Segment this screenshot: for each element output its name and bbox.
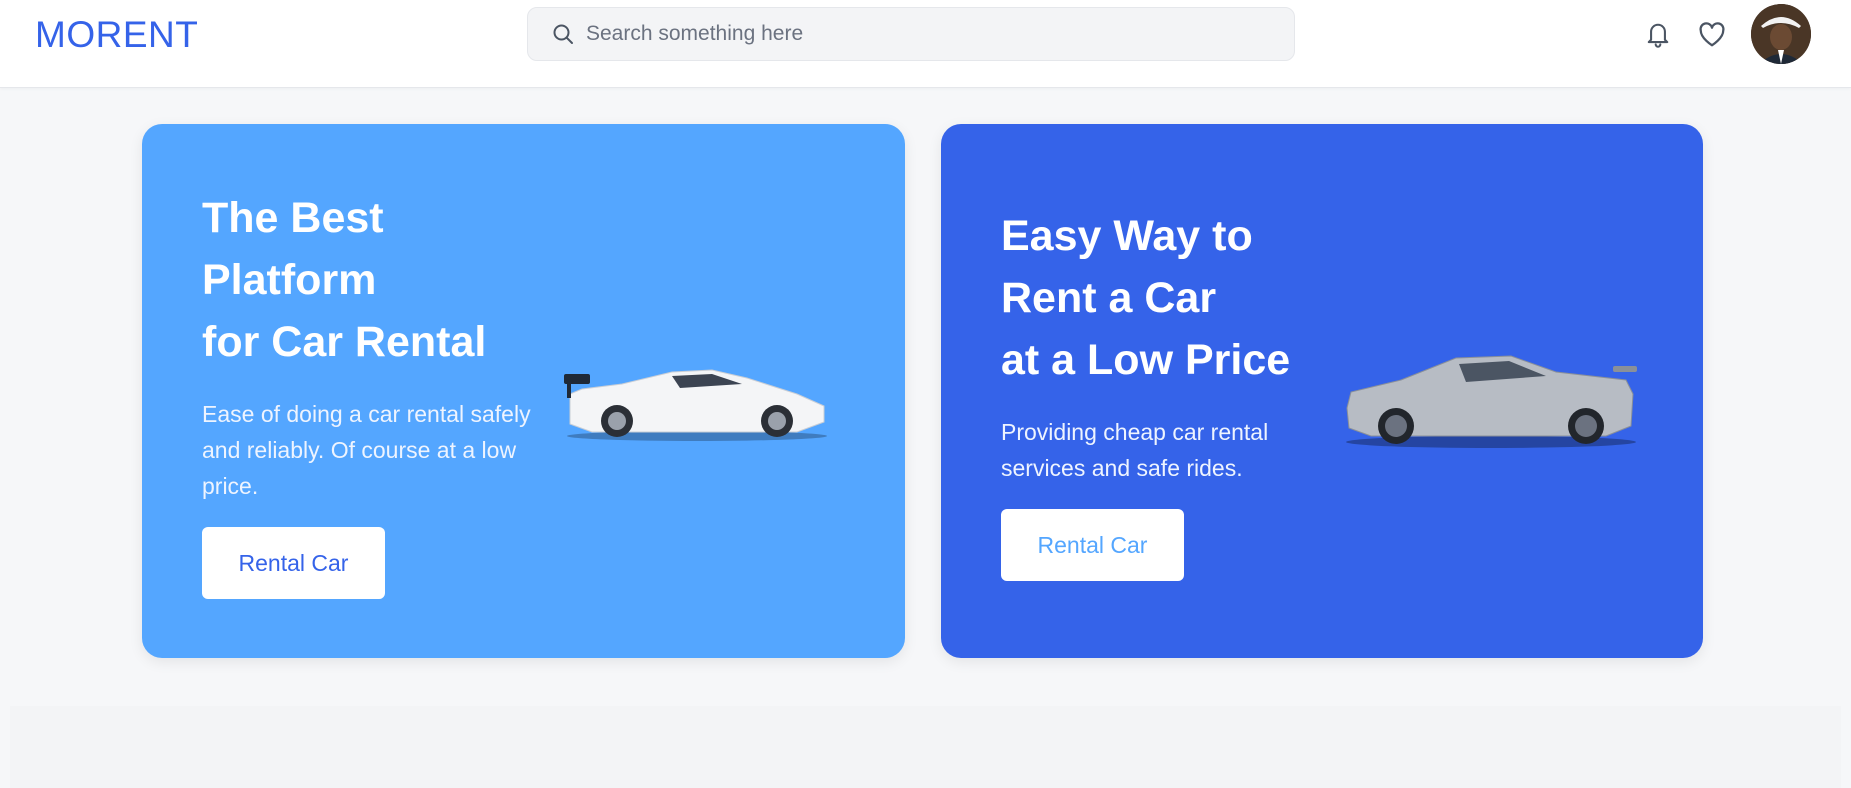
bell-icon[interactable] <box>1641 17 1675 51</box>
search-icon <box>550 21 576 47</box>
card-title: Easy Way to Rent a Car at a Low Price <box>1001 212 1291 384</box>
rental-car-button[interactable]: Rental Car <box>202 527 385 599</box>
silver-sports-car-image <box>1346 355 1637 448</box>
promo-card-easy-way: Easy Way to Rent a Car at a Low Price Pr… <box>941 124 1703 658</box>
content-section <box>10 706 1841 788</box>
top-header: MORENT <box>0 0 1851 88</box>
promo-card-best-platform: The Best Platform for Car Rental Ease of… <box>142 124 905 658</box>
avatar[interactable] <box>1751 4 1811 64</box>
card-description: Ease of doing a car rental safely and re… <box>202 401 531 499</box>
search-input[interactable] <box>586 8 1294 60</box>
heart-icon[interactable] <box>1695 17 1729 51</box>
card-description: Providing cheap car rental services and … <box>1001 419 1269 481</box>
logo[interactable]: MORENT <box>35 14 198 56</box>
search-bar[interactable] <box>527 7 1295 61</box>
card-title: The Best Platform for Car Rental <box>202 194 487 366</box>
white-sports-car-image <box>564 369 827 441</box>
rental-car-button[interactable]: Rental Car <box>1001 509 1184 581</box>
